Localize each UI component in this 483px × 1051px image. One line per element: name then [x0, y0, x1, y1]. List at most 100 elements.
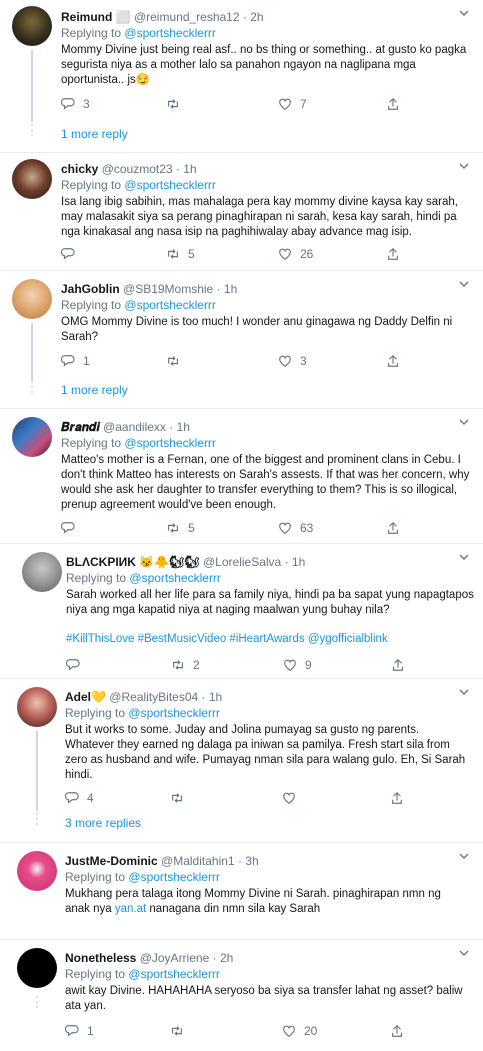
timestamp[interactable]: 3h — [245, 854, 258, 868]
retweet-button[interactable] — [170, 790, 192, 806]
author-name[interactable]: Reimund ⬜ — [61, 10, 131, 24]
tweet[interactable]: Adel💛 @RealityBites04 · 1h Replying to @… — [0, 679, 483, 843]
timestamp[interactable]: 1h — [292, 555, 305, 569]
author-handle[interactable]: @couzmot23 — [102, 162, 173, 176]
avatar[interactable] — [17, 687, 57, 727]
chevron-down-icon[interactable] — [459, 851, 469, 861]
author-handle[interactable]: @Malditahin1 — [161, 854, 235, 868]
share-icon — [392, 791, 402, 804]
replying-to: Replying to @sportshecklerrr — [65, 967, 220, 981]
author-name[interactable]: Nonetheless — [65, 951, 136, 965]
share-button[interactable] — [386, 96, 400, 112]
replying-to-link[interactable]: @sportshecklerrr — [124, 178, 216, 192]
tweet[interactable]: 𝑩𝒓𝒂𝒏𝒅𝒊 @aandilexx · 1h Replying to @spor… — [0, 409, 483, 544]
chevron-down-icon[interactable] — [459, 552, 469, 562]
reply-button[interactable]: 1 — [65, 1023, 94, 1039]
share-button[interactable] — [386, 353, 400, 369]
replying-to-link[interactable]: @sportshecklerrr — [124, 436, 216, 450]
author-handle[interactable]: @JoyArriene — [140, 951, 210, 965]
author-handle[interactable]: @LorelieSalva — [203, 555, 281, 569]
like-button[interactable]: 26 — [278, 246, 313, 262]
share-button[interactable] — [390, 1023, 404, 1039]
timestamp[interactable]: 1h — [177, 420, 190, 434]
tweet-text: Mukhang pera talaga itong Mommy Divine n… — [65, 888, 441, 915]
reply-button[interactable]: 3 — [61, 96, 90, 112]
more-replies-link[interactable]: 3 more replies — [65, 816, 141, 830]
timestamp[interactable]: 1h — [209, 690, 222, 704]
author-handle[interactable]: @RealityBites04 — [109, 690, 198, 704]
tweet-text: Mommy Divine just being real asf.. no bs… — [61, 44, 467, 86]
retweet-button[interactable]: 2 — [171, 657, 200, 673]
more-replies-link[interactable]: 1 more reply — [61, 127, 128, 141]
author-name[interactable]: 𝑩𝒓𝒂𝒏𝒅𝒊 — [61, 420, 100, 434]
share-icon — [388, 521, 398, 534]
like-button[interactable]: 3 — [278, 353, 307, 369]
chevron-down-icon[interactable] — [459, 948, 469, 958]
retweet-button[interactable] — [166, 353, 188, 369]
chevron-down-icon[interactable] — [459, 161, 469, 171]
reply-button[interactable]: 1 — [61, 353, 90, 369]
author-handle[interactable]: @SB19Momshie — [123, 282, 213, 296]
like-count: 20 — [304, 1024, 318, 1038]
like-button[interactable]: 63 — [278, 520, 313, 536]
replying-to-link[interactable]: @sportshecklerrr — [128, 967, 220, 981]
chevron-down-icon[interactable] — [459, 417, 469, 427]
avatar[interactable] — [17, 948, 57, 988]
reply-button[interactable] — [61, 246, 83, 262]
hashtags[interactable]: #KillThisLove #BestMusicVideo #iHeartAwa… — [66, 632, 477, 647]
tweet[interactable]: JustMe-Dominic @Malditahin1 · 3h Replyin… — [0, 843, 483, 940]
like-button[interactable]: 9 — [283, 657, 312, 673]
chevron-down-icon[interactable] — [459, 279, 469, 289]
share-button[interactable] — [386, 520, 400, 536]
like-button[interactable]: 20 — [282, 1023, 317, 1039]
avatar[interactable] — [17, 851, 57, 891]
retweet-icon — [173, 660, 183, 670]
inline-link[interactable]: yan.at — [115, 903, 146, 915]
tweet[interactable]: chicky @couzmot23 · 1h Replying to @spor… — [0, 153, 483, 271]
author-name[interactable]: chicky — [61, 162, 98, 176]
timestamp[interactable]: 1h — [183, 162, 196, 176]
replying-to-link[interactable]: @sportshecklerrr — [129, 571, 221, 585]
retweet-button[interactable] — [170, 1023, 192, 1039]
share-button[interactable] — [386, 246, 400, 262]
retweet-button[interactable]: 5 — [166, 520, 195, 536]
avatar[interactable] — [12, 6, 52, 46]
timestamp[interactable]: 2h — [220, 951, 233, 965]
share-button[interactable] — [391, 657, 405, 673]
like-button[interactable]: 7 — [278, 96, 307, 112]
tweet[interactable]: BLΛCKPIИK 😼🐥🐿🐿 @LorelieSalva · 1h Replyi… — [0, 544, 483, 679]
reply-button[interactable] — [61, 520, 83, 536]
replying-to-link[interactable]: @sportshecklerrr — [128, 870, 220, 884]
share-button[interactable] — [390, 790, 404, 806]
avatar[interactable] — [12, 279, 52, 319]
timestamp[interactable]: 2h — [250, 10, 263, 24]
avatar[interactable] — [22, 552, 62, 592]
reply-icon — [61, 248, 75, 260]
reply-button[interactable]: 4 — [65, 790, 94, 806]
replying-to-link[interactable]: @sportshecklerrr — [124, 26, 216, 40]
author-name[interactable]: JahGoblin — [61, 282, 120, 296]
author-name[interactable]: Adel💛 — [65, 690, 106, 704]
reply-feed: Reimund ⬜ @reimund_resha12 · 2h Replying… — [0, 0, 483, 1051]
reply-button[interactable] — [66, 657, 88, 673]
avatar[interactable] — [12, 159, 52, 199]
author-handle[interactable]: @aandilexx — [103, 420, 166, 434]
author-name[interactable]: JustMe-Dominic — [65, 854, 158, 868]
more-replies-link[interactable]: 1 more reply — [61, 383, 128, 397]
reply-icon — [61, 98, 75, 110]
chevron-down-icon[interactable] — [459, 8, 469, 18]
timestamp[interactable]: 1h — [224, 282, 237, 296]
avatar[interactable] — [12, 417, 52, 457]
like-count: 9 — [305, 658, 312, 672]
retweet-button[interactable] — [166, 96, 188, 112]
author-handle[interactable]: @reimund_resha12 — [134, 10, 240, 24]
chevron-down-icon[interactable] — [459, 687, 469, 697]
like-button[interactable] — [282, 790, 304, 806]
retweet-button[interactable]: 5 — [166, 246, 195, 262]
author-name[interactable]: BLΛCKPIИK 😼🐥🐿🐿 — [66, 555, 200, 569]
replying-to-link[interactable]: @sportshecklerrr — [128, 706, 220, 720]
tweet[interactable]: Reimund ⬜ @reimund_resha12 · 2h Replying… — [0, 0, 483, 153]
tweet[interactable]: JahGoblin @SB19Momshie · 1h Replying to … — [0, 271, 483, 409]
tweet[interactable]: Nonetheless @JoyArriene · 2h Replying to… — [0, 940, 483, 1051]
replying-to-link[interactable]: @sportshecklerrr — [124, 298, 216, 312]
